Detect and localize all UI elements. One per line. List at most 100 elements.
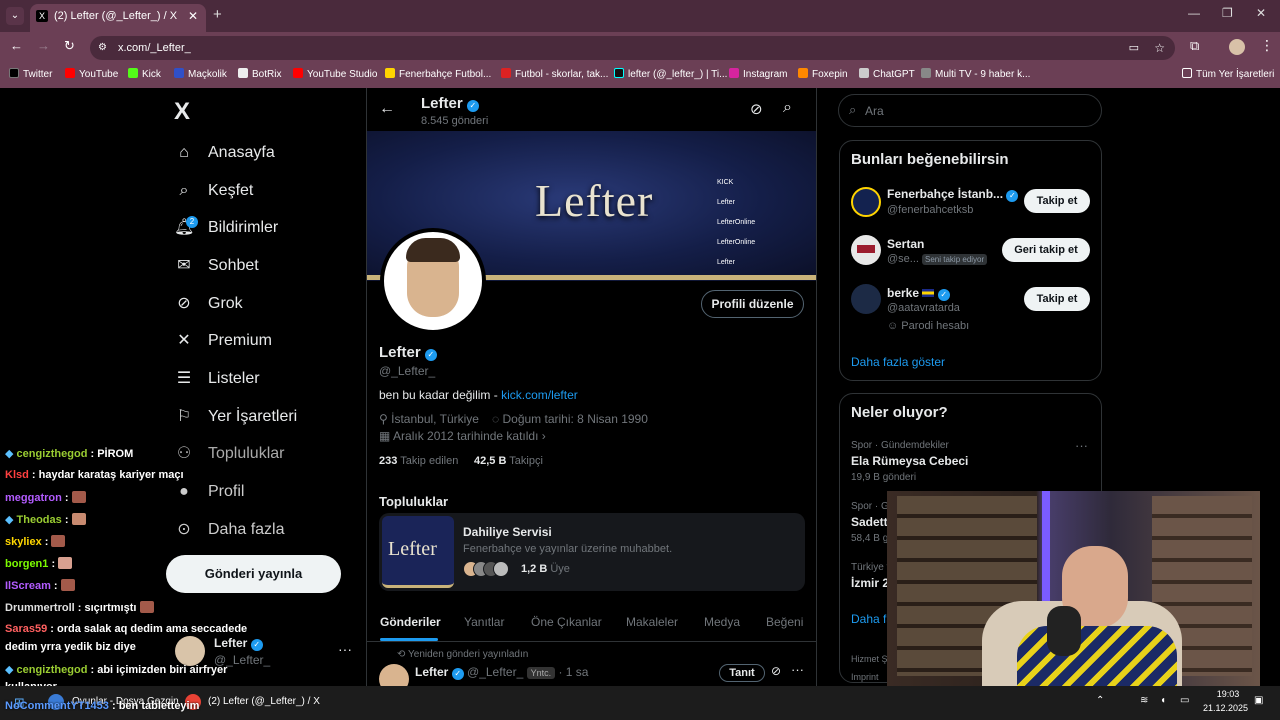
nav-bookmarks[interactable]: ⚐ Yer İşaretleri bbox=[174, 402, 297, 432]
clock-time[interactable]: 19:03 bbox=[1208, 689, 1248, 699]
communities-title: Topluluklar bbox=[379, 494, 449, 509]
emote-icon bbox=[58, 557, 73, 569]
post-count: 8.545 gönderi bbox=[421, 115, 489, 127]
grok-icon[interactable]: ⊘ bbox=[771, 664, 781, 678]
suggestions-title: Bunları beğenebilirsin bbox=[851, 151, 1009, 168]
nav-messages[interactable]: ✉ Sohbet bbox=[174, 251, 258, 281]
bookmark-botrix[interactable]: BotRix bbox=[238, 68, 281, 80]
restore-icon[interactable]: ❐ bbox=[1222, 6, 1233, 20]
bookmark-fenerbahce[interactable]: Fenerbahçe Futbol... bbox=[385, 68, 491, 80]
back-icon[interactable]: ← bbox=[10, 38, 23, 53]
close-tab-icon[interactable]: ✕ bbox=[188, 4, 198, 28]
url-input[interactable]: ⚙ x.com/_Lefter_ ▭ ☆ bbox=[90, 36, 1175, 60]
cast-icon[interactable]: ▭ bbox=[1129, 36, 1139, 60]
follow-button[interactable]: Takip et bbox=[1024, 189, 1090, 213]
emote-icon bbox=[139, 601, 154, 613]
browser-toolbar: ← → ↻ ⚙ x.com/_Lefter_ ▭ ☆ ⧉ ⋮ bbox=[0, 32, 1280, 62]
tab-posts[interactable]: Gönderiler bbox=[380, 615, 441, 629]
tab-highlights[interactable]: Öne Çıkanlar bbox=[531, 615, 602, 629]
post-avatar[interactable] bbox=[379, 664, 409, 686]
new-tab-icon[interactable]: + bbox=[213, 6, 222, 23]
volume-icon[interactable]: ◖ bbox=[1160, 695, 1166, 706]
promote-button[interactable]: Tanıt bbox=[719, 664, 765, 682]
bookmark-mackolik[interactable]: Maçkolik bbox=[174, 68, 227, 80]
suggestion-avatar[interactable] bbox=[851, 284, 881, 314]
account-name[interactable]: Lefter ✓ bbox=[214, 636, 263, 651]
nav-home[interactable]: ⌂ Anasayfa bbox=[174, 138, 275, 168]
account-avatar[interactable] bbox=[175, 636, 205, 666]
profile-avatar[interactable] bbox=[380, 228, 486, 334]
emote-icon bbox=[71, 513, 86, 525]
nav-communities[interactable]: ⚇ Topluluklar bbox=[174, 439, 285, 469]
followers-count[interactable]: 42,5 B Takipçi bbox=[474, 455, 543, 467]
trend-name[interactable]: Sadetti bbox=[851, 515, 891, 529]
battery-icon[interactable]: ▭ bbox=[1180, 695, 1189, 706]
bookmark-multitv[interactable]: Multi TV - 9 haber k... bbox=[921, 68, 1030, 80]
taskbar-item[interactable]: (2) Lefter (@_Lefter_) / X bbox=[208, 696, 320, 707]
show-more-link[interactable]: Daha fazla göster bbox=[851, 355, 945, 369]
suggestion-avatar[interactable] bbox=[851, 235, 881, 265]
nav-lists[interactable]: ☰ Listeler bbox=[174, 364, 260, 394]
search-icon[interactable]: ⌕ bbox=[783, 99, 792, 117]
back-arrow-icon[interactable]: ← bbox=[379, 100, 395, 118]
minimize-icon[interactable]: — bbox=[1188, 6, 1200, 20]
trend-name[interactable]: Ela Rümeysa Cebeci bbox=[851, 454, 968, 468]
follow-button[interactable]: Takip et bbox=[1024, 287, 1090, 311]
bookmark-instagram[interactable]: Instagram bbox=[729, 68, 787, 80]
bookmark-foxepin[interactable]: Foxepin bbox=[798, 68, 848, 80]
x-logo[interactable]: X bbox=[174, 98, 190, 126]
browser-tab[interactable]: X (2) Lefter (@_Lefter_) / X ✕ bbox=[30, 4, 206, 32]
tray-chevron-icon[interactable]: ⌃ bbox=[1096, 695, 1104, 706]
tab-media[interactable]: Medya bbox=[704, 615, 740, 629]
post-button[interactable]: Gönderi yayınla bbox=[166, 555, 341, 593]
bookmark-futbol[interactable]: Futbol - skorlar, tak... bbox=[501, 68, 608, 80]
tab-likes[interactable]: Beğeni bbox=[766, 615, 803, 629]
bookmark-kick[interactable]: Kick bbox=[128, 68, 161, 80]
nav-explore[interactable]: ⌕ Keşfet bbox=[174, 176, 254, 206]
footer-link[interactable]: Imprint bbox=[851, 672, 879, 682]
star-icon[interactable]: ☆ bbox=[1154, 36, 1165, 60]
reload-icon[interactable]: ↻ bbox=[64, 38, 75, 54]
microphone bbox=[1047, 606, 1081, 656]
grok-icon[interactable]: ⊘ bbox=[750, 100, 763, 118]
tab-replies[interactable]: Yanıtlar bbox=[464, 615, 504, 629]
search-icon: ⌕ bbox=[849, 102, 857, 117]
bookmark-twitter[interactable]: Twitter bbox=[9, 68, 52, 80]
edit-profile-button[interactable]: Profili düzenle bbox=[701, 290, 804, 318]
bookmark-youtube[interactable]: YouTube bbox=[65, 68, 118, 80]
suggestion-avatar[interactable] bbox=[851, 187, 881, 217]
menu-icon[interactable]: ⋮ bbox=[1260, 37, 1274, 54]
nav-notifications[interactable]: 🔔︎ 2 Bildirimler bbox=[174, 213, 278, 243]
verified-icon: ✓ bbox=[937, 289, 950, 301]
trend-more-icon[interactable]: ··· bbox=[1075, 438, 1088, 453]
bookmark-youtube-studio[interactable]: YouTube Studio bbox=[293, 68, 377, 80]
suggestion-handle: @aatavratarda bbox=[887, 302, 960, 314]
nav-grok[interactable]: ⊘ Grok bbox=[174, 289, 242, 319]
close-window-icon[interactable]: ✕ bbox=[1256, 6, 1266, 20]
bio-link[interactable]: kick.com/lefter bbox=[501, 388, 578, 402]
verified-icon: ✓ bbox=[1006, 190, 1019, 202]
bookmark-chatgpt[interactable]: ChatGPT bbox=[859, 68, 915, 80]
extensions-icon[interactable]: ⧉ bbox=[1190, 38, 1199, 54]
community-desc: Fenerbahçe ve yayınlar üzerine muhabbet. bbox=[463, 543, 673, 555]
tab-articles[interactable]: Makaleler bbox=[626, 615, 678, 629]
search-input[interactable]: ⌕ Ara bbox=[838, 94, 1102, 127]
site-info-icon[interactable]: ⚙ bbox=[98, 36, 107, 60]
profile-avatar[interactable] bbox=[1229, 39, 1245, 55]
tab-list-button[interactable]: ⌄ bbox=[6, 7, 24, 25]
wifi-icon[interactable]: ≋ bbox=[1140, 695, 1148, 706]
community-card[interactable]: Lefter Dahiliye Servisi Fenerbahçe ve ya… bbox=[379, 513, 805, 591]
forward-icon[interactable]: → bbox=[37, 38, 50, 53]
trend-name[interactable]: İzmir 2 bbox=[851, 576, 889, 590]
nav-more[interactable]: ⊙ Daha fazla bbox=[174, 515, 284, 545]
notification-center-icon[interactable]: ▣ bbox=[1254, 695, 1263, 706]
following-count[interactable]: 233 Takip edilen bbox=[379, 455, 458, 467]
clock-date[interactable]: 21.12.2025 bbox=[1203, 703, 1248, 713]
post-more-icon[interactable]: ··· bbox=[791, 662, 804, 677]
bookmarks-folder[interactable]: Tüm Yer İşaretleri bbox=[1182, 68, 1274, 80]
nav-premium[interactable]: ✕ Premium bbox=[174, 326, 272, 356]
bookmark-tiktok[interactable]: lefter (@_lefter_) | Ti... bbox=[614, 68, 727, 80]
account-menu-icon[interactable]: ··· bbox=[338, 641, 352, 657]
follow-back-button[interactable]: Geri takip et bbox=[1002, 238, 1090, 262]
nav-profile[interactable]: ● Profil bbox=[174, 477, 244, 507]
